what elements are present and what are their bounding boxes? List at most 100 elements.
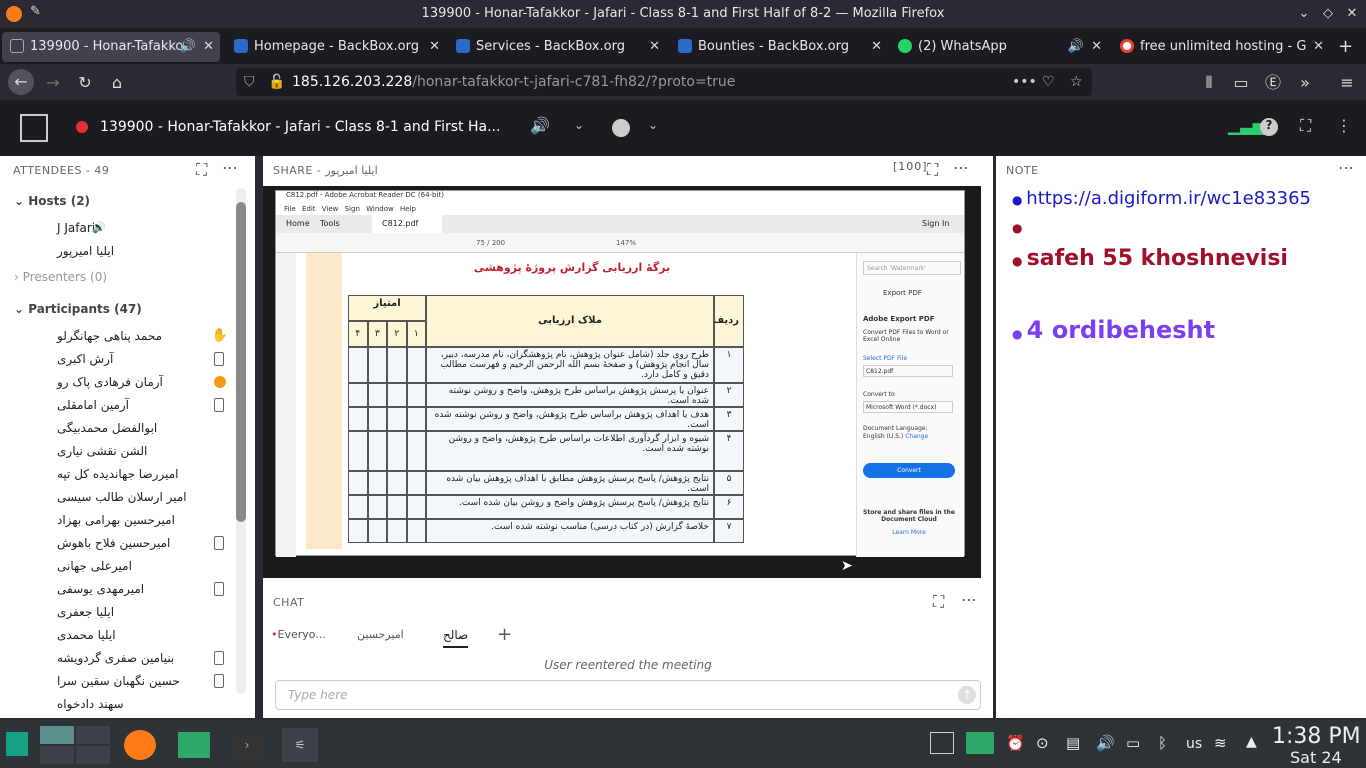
tab-close-icon[interactable]: ✕ [1091,32,1102,62]
chat-input[interactable]: Type here ↑ [275,680,981,710]
help-icon[interactable]: ? [1260,118,1278,136]
desktop-pager-1[interactable] [40,726,74,744]
hosts-section[interactable]: ⌄ Hosts (2) [14,194,90,208]
more-icon[interactable]: ⋯ [953,158,970,177]
list-item[interactable]: محمد پناهی جهانگرلو ✋ [0,325,232,347]
back-icon[interactable]: ← [8,69,34,95]
note-text[interactable]: https://a.digiform.ir/wc1e83365 [1026,188,1311,209]
shield-icon[interactable]: ⛉ [244,68,255,96]
tray-expand-icon[interactable]: ▲ [1246,734,1257,750]
more-options-icon[interactable]: ⋮ [1336,116,1352,135]
list-item[interactable]: الشن نقشی نیاری [0,440,232,462]
files-icon[interactable] [178,732,210,758]
minimize-icon[interactable]: ⌄ [1294,4,1314,24]
add-chat-icon[interactable]: + [497,624,512,645]
note-item[interactable]: ● [1012,216,1022,237]
tab-meeting[interactable]: 139900 - Honar-Tafakko 🔊 ✕ [2,32,220,62]
tools-search[interactable]: Search 'Watermark' [863,261,961,275]
wifi-icon[interactable]: ≋ [1214,734,1227,752]
list-item[interactable]: آرمان فرهادی پاک رو [0,371,232,393]
select-pdf-link[interactable]: Select PDF File [863,355,907,362]
sidebar-icon[interactable]: ▭ [1230,72,1252,94]
learn-more-link[interactable]: Learn More [863,529,955,536]
insecure-lock-icon[interactable]: 🔓 [268,68,285,96]
overflow-icon[interactable]: » [1294,72,1316,94]
expand-icon[interactable]: ⛶ [196,160,208,180]
settings-icon[interactable]: ⚟ [282,728,318,762]
pdf-file-field[interactable]: C812.pdf [863,365,953,377]
updates-icon[interactable]: ⊙ [1036,734,1049,752]
scrollbar-thumb[interactable] [236,202,246,522]
clock-time[interactable]: 1:38 PM [1272,724,1361,749]
note-item[interactable]: ● https://a.digiform.ir/wc1e83365 [1012,188,1311,209]
bluetooth-icon[interactable]: ᛒ [1158,734,1167,752]
presenters-section[interactable]: › Presenters (0) [14,270,107,284]
note-item[interactable]: ● safeh 55 khoshnevisi [1012,246,1288,271]
chat-tab-saleh[interactable]: صالح [443,628,469,648]
library-icon[interactable]: ⫴ [1198,72,1220,94]
sign-in-link[interactable]: Sign In [922,219,949,228]
acrobat-tools-tab[interactable]: Tools [320,219,340,228]
note-item[interactable]: ● 4 ordibehesht [1012,316,1215,344]
list-item[interactable]: آرش اکبری [0,348,232,370]
forward-icon[interactable]: → [42,72,64,94]
zoom-100-icon[interactable]: [100] [893,160,928,173]
list-item[interactable]: امیرحسین فلاح باهوش [0,532,232,554]
clock-date[interactable]: Sat 24 [1290,748,1342,767]
desktop-pager-3[interactable] [40,746,74,764]
list-item[interactable]: امیرمهدی یوسفی [0,578,232,600]
tab-bounties[interactable]: Bounties - BackBox.org ✕ [670,32,888,62]
list-item[interactable]: امیررضا جهاندیده کل تپه [0,463,232,485]
desktop-pager-2[interactable] [76,726,110,744]
format-select[interactable]: Microsoft Word (*.docx) [863,401,953,413]
pocket-icon[interactable]: ♡ [1042,68,1055,96]
extension-icon[interactable]: Ⓔ [1262,72,1284,94]
clipboard-icon[interactable] [966,732,994,754]
audio-icon[interactable]: 🔊 [530,116,550,135]
maximize-icon[interactable]: ◇ [1318,4,1338,24]
tab-close-icon[interactable]: ✕ [429,32,440,62]
close-window-icon[interactable]: ✕ [1342,4,1362,24]
keyboard-layout[interactable]: us [1186,736,1202,752]
tab-close-icon[interactable]: ✕ [203,32,214,62]
volume-icon[interactable]: 🔊 [1096,734,1115,752]
home-icon[interactable]: ⌂ [106,72,128,94]
manjaro-menu-icon[interactable] [6,732,28,756]
hamburger-menu-icon[interactable]: ≡ [1336,72,1358,94]
tab-close-icon[interactable]: ✕ [871,32,882,62]
tab-close-icon[interactable]: ✕ [1313,32,1324,62]
more-icon[interactable]: ⋯ [1338,158,1355,177]
speaker-icon[interactable]: 🔊 [180,32,196,62]
show-desktop-icon[interactable] [930,732,954,754]
convert-button[interactable]: Convert [863,463,955,478]
acrobat-file-tab[interactable]: C812.pdf [372,215,442,233]
more-icon[interactable]: ⋯ [222,158,239,177]
tab-homepage[interactable]: Homepage - BackBox.org ✕ [226,32,446,62]
list-item[interactable]: J Jafari 🔊 [0,217,232,239]
scrollbar[interactable] [236,188,246,694]
tab-hosting[interactable]: free unlimited hosting - G ✕ [1112,32,1330,62]
list-item[interactable]: حسین نگهبان سقین سرا [0,670,232,692]
export-pdf-label[interactable]: Export PDF [883,289,922,297]
list-item[interactable]: امیرحسین بهرامی بهزاد [0,509,232,531]
firefox-task-icon[interactable] [124,730,156,760]
speaker-icon[interactable]: 🔊 [1068,32,1084,62]
zoom-level[interactable]: 147% [616,239,636,247]
page-actions-icon[interactable]: ••• [1012,68,1037,96]
list-item[interactable]: سهند دادخواه [0,693,232,715]
send-icon[interactable]: ↑ [958,686,976,704]
participants-section[interactable]: ⌄ Participants (47) [14,302,142,316]
reload-icon[interactable]: ↻ [74,72,96,94]
list-item[interactable]: ایلیا امیرپور [0,240,232,262]
desktop-pager-4[interactable] [76,746,110,764]
page-indicator[interactable]: 75 / 200 [476,239,505,247]
bookmark-star-icon[interactable]: ☆ [1070,68,1083,96]
chat-tab-everyone[interactable]: •Everyo... [271,628,326,641]
status-chevron-icon[interactable]: ⌄ [648,118,658,132]
expand-icon[interactable]: ⛶ [933,592,945,612]
fullscreen-icon[interactable]: ⛶ [1300,116,1311,136]
list-item[interactable]: بنیامین صفری گردویشه [0,647,232,669]
audio-chevron-icon[interactable]: ⌄ [574,118,584,132]
tab-whatsapp[interactable]: (2) WhatsApp 🔊 ✕ [890,32,1108,62]
mute-icon[interactable] [612,119,630,137]
